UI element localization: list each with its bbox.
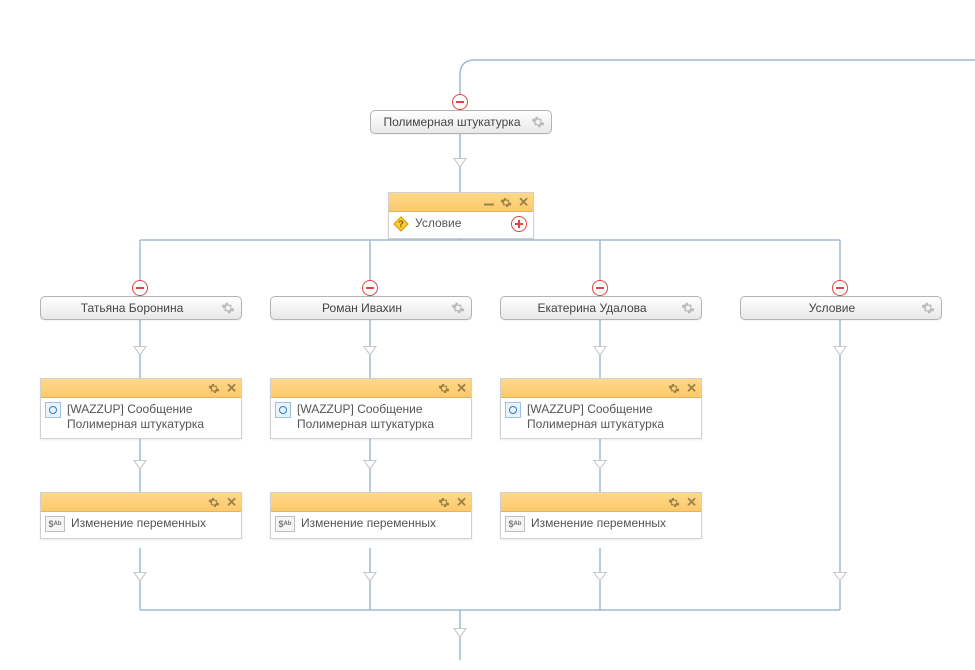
arrowhead-icon (133, 460, 147, 470)
wazzup-line2: Полимерная штукатурка (67, 417, 204, 431)
gear-icon[interactable] (221, 301, 235, 315)
gear-icon[interactable] (668, 382, 680, 394)
branch-node[interactable]: Условие (740, 296, 942, 320)
branch-node[interactable]: Татьяна Боронина (40, 296, 242, 320)
condition-icon: ? (393, 216, 409, 232)
variables-icon: $ᴬᵇ (275, 516, 295, 532)
close-icon[interactable]: ✕ (686, 382, 697, 395)
collapse-toggle-branch[interactable] (132, 280, 148, 296)
card-text: [WAZZUP] Сообщение Полимерная штукатурка (297, 402, 465, 432)
gear-icon[interactable] (438, 496, 450, 508)
card-header: ✕ (271, 493, 471, 512)
arrowhead-icon (363, 346, 377, 356)
add-branch-icon[interactable] (511, 216, 527, 232)
message-icon (505, 402, 521, 418)
card-header: ✕ (501, 379, 701, 398)
arrowhead-icon (453, 158, 467, 168)
gear-icon[interactable] (921, 301, 935, 315)
arrowhead-icon (833, 346, 847, 356)
message-icon (45, 402, 61, 418)
wazzup-line1: [WAZZUP] Сообщение (297, 402, 423, 416)
arrowhead-icon (593, 460, 607, 470)
branch-node[interactable]: Роман Ивахин (270, 296, 472, 320)
card-text: [WAZZUP] Сообщение Полимерная штукатурка (67, 402, 235, 432)
minimize-icon[interactable] (484, 204, 494, 206)
workflow-canvas[interactable]: Полимерная штукатурка ✕ ? Услови (0, 0, 975, 670)
connector-lines (0, 0, 975, 670)
wazzup-card[interactable]: ✕ [WAZZUP] Сообщение Полимерная штукатур… (270, 378, 472, 439)
card-text: Изменение переменных (301, 516, 465, 531)
arrowhead-icon (833, 572, 847, 582)
close-icon[interactable]: ✕ (456, 382, 467, 395)
collapse-toggle-branch[interactable] (362, 280, 378, 296)
arrowhead-icon (363, 460, 377, 470)
branch-node[interactable]: Екатерина Удалова (500, 296, 702, 320)
varchange-card[interactable]: ✕ $ᴬᵇ Изменение переменных (40, 492, 242, 539)
arrowhead-icon (453, 628, 467, 638)
close-icon[interactable]: ✕ (226, 382, 237, 395)
svg-text:?: ? (398, 219, 404, 229)
branch-label: Роман Ивахин (271, 297, 471, 319)
card-header: ✕ (501, 493, 701, 512)
arrowhead-icon (133, 572, 147, 582)
card-header: ✕ (41, 493, 241, 512)
wazzup-card[interactable]: ✕ [WAZZUP] Сообщение Полимерная штукатур… (500, 378, 702, 439)
card-header: ✕ (41, 379, 241, 398)
collapse-toggle-branch[interactable] (592, 280, 608, 296)
card-header: ✕ (389, 193, 533, 212)
close-icon[interactable]: ✕ (686, 496, 697, 509)
gear-icon[interactable] (208, 496, 220, 508)
collapse-toggle-branch[interactable] (832, 280, 848, 296)
root-node[interactable]: Полимерная штукатурка (370, 110, 552, 134)
variables-icon: $ᴬᵇ (505, 516, 525, 532)
arrowhead-icon (133, 346, 147, 356)
branch-label: Татьяна Боронина (41, 297, 241, 319)
wazzup-card[interactable]: ✕ [WAZZUP] Сообщение Полимерная штукатур… (40, 378, 242, 439)
card-text: [WAZZUP] Сообщение Полимерная штукатурка (527, 402, 695, 432)
close-icon[interactable]: ✕ (518, 196, 529, 209)
gear-icon[interactable] (208, 382, 220, 394)
condition-title: Условие (415, 216, 505, 231)
gear-icon[interactable] (668, 496, 680, 508)
variables-icon: $ᴬᵇ (45, 516, 65, 532)
root-node-label: Полимерная штукатурка (371, 111, 551, 133)
wazzup-line2: Полимерная штукатурка (527, 417, 664, 431)
arrowhead-icon (363, 572, 377, 582)
close-icon[interactable]: ✕ (456, 496, 467, 509)
gear-icon[interactable] (451, 301, 465, 315)
gear-icon[interactable] (531, 115, 545, 129)
gear-icon[interactable] (500, 196, 512, 208)
arrowhead-icon (593, 346, 607, 356)
collapse-toggle-root[interactable] (452, 94, 468, 110)
card-header: ✕ (271, 379, 471, 398)
wazzup-line2: Полимерная штукатурка (297, 417, 434, 431)
gear-icon[interactable] (681, 301, 695, 315)
varchange-card[interactable]: ✕ $ᴬᵇ Изменение переменных (270, 492, 472, 539)
card-text: Изменение переменных (531, 516, 695, 531)
wazzup-line1: [WAZZUP] Сообщение (527, 402, 653, 416)
wazzup-line1: [WAZZUP] Сообщение (67, 402, 193, 416)
varchange-card[interactable]: ✕ $ᴬᵇ Изменение переменных (500, 492, 702, 539)
message-icon (275, 402, 291, 418)
arrowhead-icon (593, 572, 607, 582)
card-text: Изменение переменных (71, 516, 235, 531)
condition-card[interactable]: ✕ ? Условие (388, 192, 534, 239)
gear-icon[interactable] (438, 382, 450, 394)
branch-label: Условие (741, 297, 941, 319)
branch-label: Екатерина Удалова (501, 297, 701, 319)
close-icon[interactable]: ✕ (226, 496, 237, 509)
